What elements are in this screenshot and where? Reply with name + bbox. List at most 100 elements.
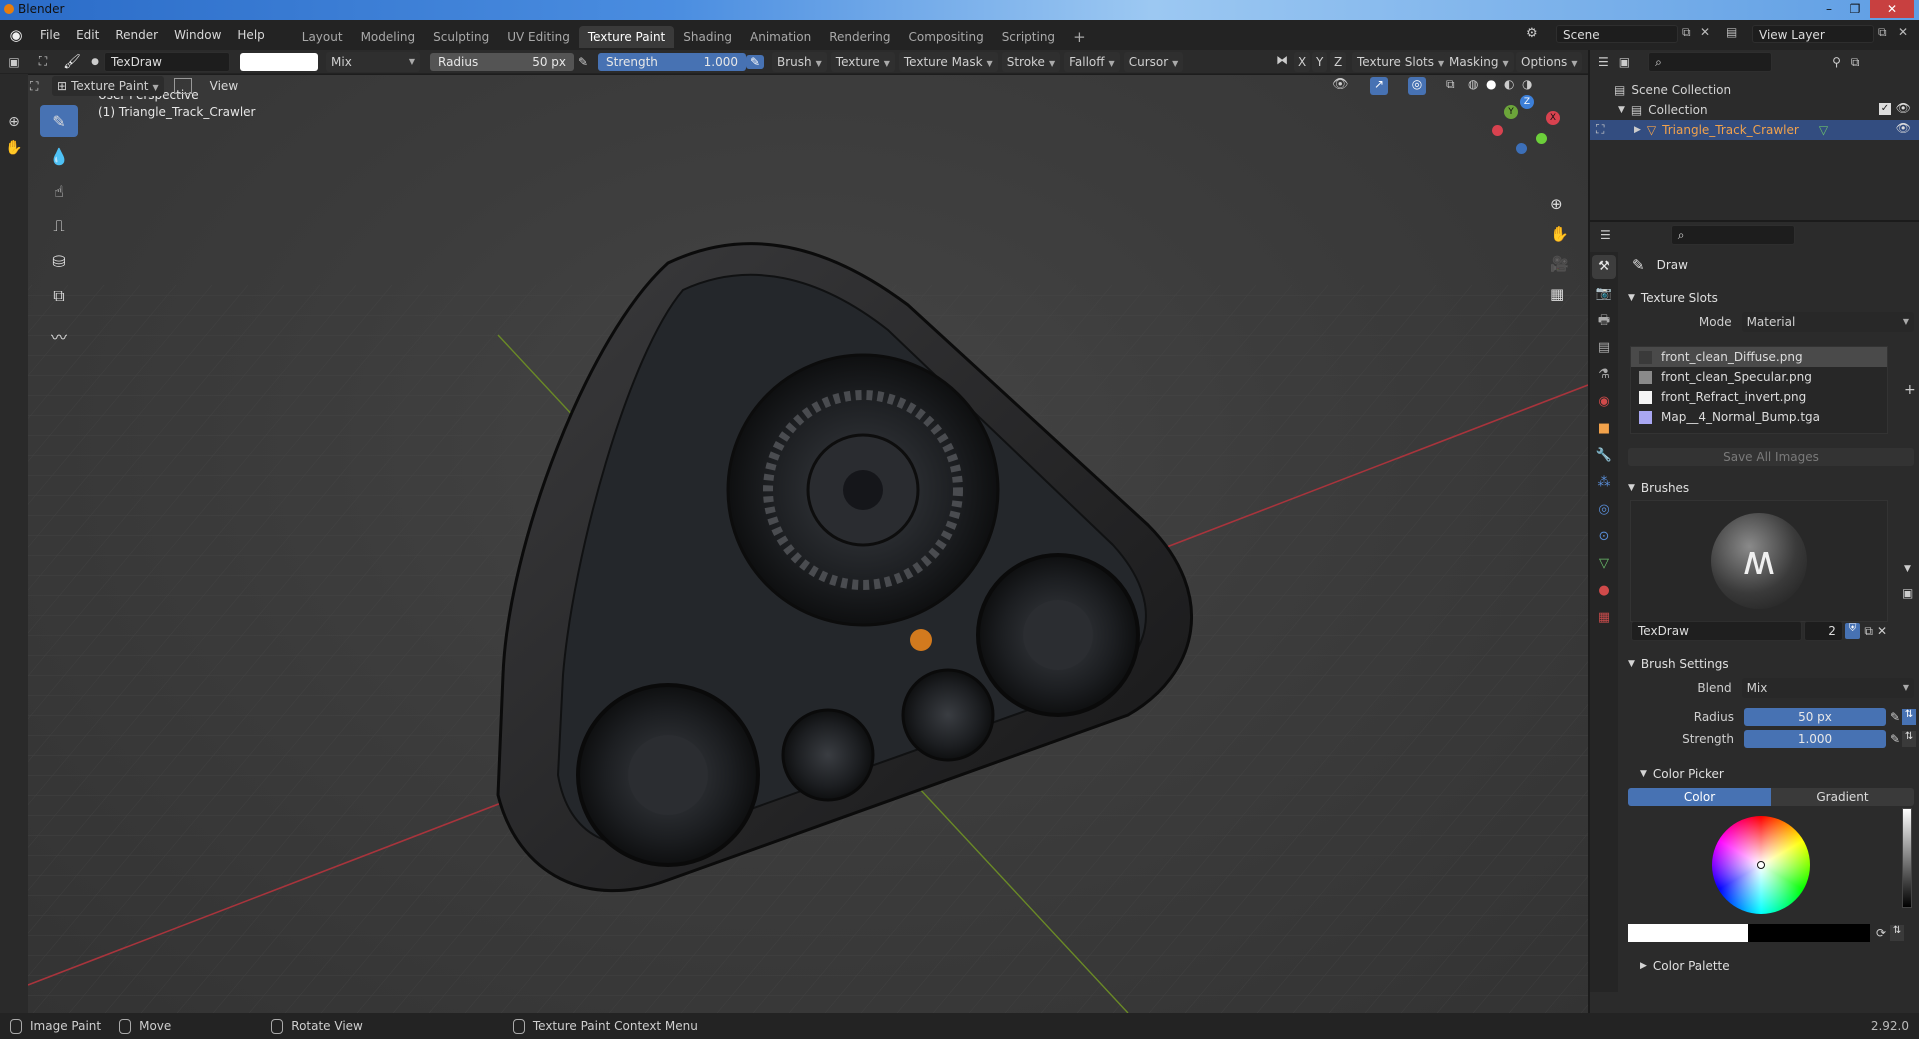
strength-pressure-icon[interactable]: ✎ bbox=[746, 54, 764, 69]
brush-name-field[interactable]: TexDraw bbox=[1631, 621, 1802, 641]
mask-tool-icon[interactable]: ⧉ bbox=[40, 280, 78, 312]
new-scene-icon[interactable]: ⧉ bbox=[1682, 25, 1691, 40]
view-menu[interactable]: View bbox=[202, 76, 246, 96]
soften-tool-icon[interactable]: 💧 bbox=[40, 140, 78, 172]
outliner-row-selected[interactable]: ⛶ ▶ ▽ Triangle_Track_Crawler ▽ 👁 bbox=[1590, 120, 1919, 140]
tab-texture-paint[interactable]: Texture Paint bbox=[578, 26, 675, 48]
constraints-tab-icon[interactable]: ⊙ bbox=[1592, 525, 1616, 549]
visibility-icon[interactable]: 👁 bbox=[1332, 77, 1349, 92]
camera-view-icon[interactable]: 🎥 bbox=[1550, 255, 1569, 273]
texture-slot-item[interactable]: front_clean_Diffuse.png bbox=[1631, 347, 1887, 367]
new-collection-icon[interactable]: ⧉ bbox=[1851, 55, 1860, 70]
brush-color-swatch[interactable] bbox=[240, 52, 318, 71]
menu-render[interactable]: Render bbox=[107, 20, 166, 50]
radius-pressure-icon[interactable]: ✎ bbox=[574, 55, 592, 69]
minimize-icon[interactable]: – bbox=[1818, 0, 1840, 18]
menu-window[interactable]: Window bbox=[166, 20, 229, 50]
color-picker-panel-header[interactable]: ▼ Color Picker bbox=[1622, 762, 1918, 786]
texture-tab-icon[interactable]: ▦ bbox=[1592, 606, 1616, 630]
symmetry-icon[interactable]: ⧓ bbox=[1276, 53, 1288, 67]
fake-user-icon[interactable]: ● bbox=[86, 57, 104, 67]
gizmo-neg-z[interactable] bbox=[1516, 143, 1527, 154]
strength-slider[interactable]: 1.000 bbox=[1744, 730, 1886, 748]
tab-uv-editing[interactable]: UV Editing bbox=[498, 26, 579, 48]
render-tab-icon[interactable]: 📷 bbox=[1592, 282, 1616, 306]
gizmo-x-axis[interactable]: X bbox=[1546, 111, 1560, 125]
radius-slider[interactable]: 50 px bbox=[1744, 708, 1886, 726]
view-layer-tab-icon[interactable]: ▤ bbox=[1592, 336, 1616, 360]
radius-pressure-icon[interactable]: ✎ bbox=[1890, 710, 1900, 724]
expand-arrow-icon[interactable]: ▶ bbox=[1634, 125, 1641, 135]
strength-unit-toggle-icon[interactable]: ⇅ bbox=[1902, 731, 1917, 747]
masking-menu[interactable]: Masking ▼ bbox=[1444, 52, 1514, 72]
uv-sync-icon[interactable]: ⛶ bbox=[30, 79, 46, 94]
add-texture-slot-button[interactable]: + bbox=[1904, 382, 1916, 398]
texture-slots-panel-header[interactable]: ▼ Texture Slots bbox=[1622, 286, 1918, 310]
gizmo-toggle-icon[interactable]: ↗ bbox=[1370, 77, 1388, 95]
gradient-tab[interactable]: Gradient bbox=[1771, 788, 1914, 806]
swap-colors-icon[interactable]: ⟳ bbox=[1876, 926, 1886, 940]
mode-dropdown[interactable]: ⊞ Texture Paint ▼ bbox=[52, 76, 164, 96]
overlay-toggle-icon[interactable]: ◎ bbox=[1408, 77, 1426, 95]
secondary-color-swatch[interactable] bbox=[1748, 924, 1870, 942]
pan-view-icon[interactable]: ✋ bbox=[1550, 225, 1569, 243]
mode-dropdown[interactable]: Material ▼ bbox=[1741, 312, 1914, 332]
zoom-icon[interactable]: ⊕ bbox=[0, 114, 28, 130]
particles-tab-icon[interactable]: ⁂ bbox=[1592, 471, 1616, 495]
menu-file[interactable]: File bbox=[32, 20, 68, 50]
properties-search-input[interactable]: ⌕ bbox=[1670, 225, 1795, 245]
rendered-shading-icon[interactable]: ◑ bbox=[1522, 77, 1532, 91]
modifier-tab-icon[interactable]: 🔧 bbox=[1592, 444, 1616, 468]
tool-tab-icon[interactable]: ⚒ bbox=[1592, 255, 1616, 279]
zoom-view-icon[interactable]: ⊕ bbox=[1550, 195, 1563, 213]
blend-dropdown[interactable]: Mix ▼ bbox=[1741, 678, 1914, 698]
radius-unit-toggle-icon[interactable]: ⇅ bbox=[1902, 709, 1917, 725]
scene-tab-icon[interactable]: ⚗ bbox=[1592, 363, 1616, 387]
editor-type-icon[interactable]: ▣ bbox=[0, 55, 28, 69]
texture-slot-item[interactable]: front_clean_Specular.png bbox=[1631, 367, 1887, 387]
clone-tool-icon[interactable]: ⎍ bbox=[40, 210, 78, 242]
symmetry-x-toggle[interactable]: X bbox=[1294, 52, 1311, 72]
gizmo-y-axis[interactable]: Y bbox=[1504, 105, 1518, 119]
scene-collection-label[interactable]: Scene Collection bbox=[1631, 83, 1731, 97]
tab-modeling[interactable]: Modeling bbox=[352, 26, 425, 48]
brush-name-field[interactable]: TexDraw bbox=[104, 51, 230, 72]
options-menu[interactable]: Options ▼ bbox=[1516, 52, 1583, 72]
physics-tab-icon[interactable]: ◎ bbox=[1592, 498, 1616, 522]
tab-shading[interactable]: Shading bbox=[674, 26, 741, 48]
exclude-checkbox[interactable]: ✓ bbox=[1879, 103, 1891, 115]
material-shading-icon[interactable]: ◐ bbox=[1504, 77, 1514, 91]
menu-edit[interactable]: Edit bbox=[68, 20, 107, 50]
draw-tool-icon[interactable]: ✎ bbox=[40, 105, 78, 137]
maximize-icon[interactable]: ❐ bbox=[1844, 0, 1866, 18]
close-icon[interactable]: ✕ bbox=[1870, 0, 1914, 18]
brush-image-icon[interactable]: ▣ bbox=[1902, 586, 1913, 600]
color-tab[interactable]: Color bbox=[1628, 788, 1771, 806]
material-tab-icon[interactable]: ● bbox=[1592, 579, 1616, 603]
gizmo-neg-x[interactable] bbox=[1492, 125, 1503, 136]
xray-toggle-icon[interactable]: ⧉ bbox=[1446, 77, 1455, 92]
brush-menu[interactable]: Brush ▼ bbox=[772, 51, 827, 72]
paint-mode-icon[interactable]: ⛶ bbox=[28, 54, 58, 69]
value-slider[interactable] bbox=[1902, 808, 1912, 908]
cursor-menu[interactable]: Cursor ▼ bbox=[1123, 51, 1184, 72]
outliner-editor-type-icon[interactable]: ☰ bbox=[1598, 55, 1609, 69]
tab-animation[interactable]: Animation bbox=[741, 26, 820, 48]
color-wheel-cursor[interactable] bbox=[1757, 861, 1765, 869]
world-tab-icon[interactable]: ◉ bbox=[1592, 390, 1616, 414]
texture-menu[interactable]: Texture ▼ bbox=[830, 51, 895, 72]
wireframe-shading-icon[interactable]: ◍ bbox=[1468, 77, 1478, 91]
blend-mode-dropdown[interactable]: Mix ▼ bbox=[326, 51, 420, 72]
texture-slot-item[interactable]: Map__4_Normal_Bump.tga bbox=[1631, 407, 1887, 427]
object-tab-icon[interactable]: ■ bbox=[1592, 417, 1616, 441]
tab-layout[interactable]: Layout bbox=[293, 26, 352, 48]
tab-scripting[interactable]: Scripting bbox=[993, 26, 1064, 48]
tab-rendering[interactable]: Rendering bbox=[820, 26, 899, 48]
color-options-icon[interactable]: ⇅ bbox=[1890, 925, 1905, 941]
visibility-eye-icon[interactable]: 👁 bbox=[1896, 101, 1911, 115]
fake-user-shield-icon[interactable]: ⛨ bbox=[1844, 623, 1861, 639]
perspective-toggle-icon[interactable]: ▦ bbox=[1550, 285, 1564, 303]
fill-tool-icon[interactable]: ⛁ bbox=[40, 245, 78, 277]
annotate-tool-icon[interactable]: 〰 bbox=[40, 320, 78, 352]
color-wheel[interactable] bbox=[1712, 816, 1810, 914]
